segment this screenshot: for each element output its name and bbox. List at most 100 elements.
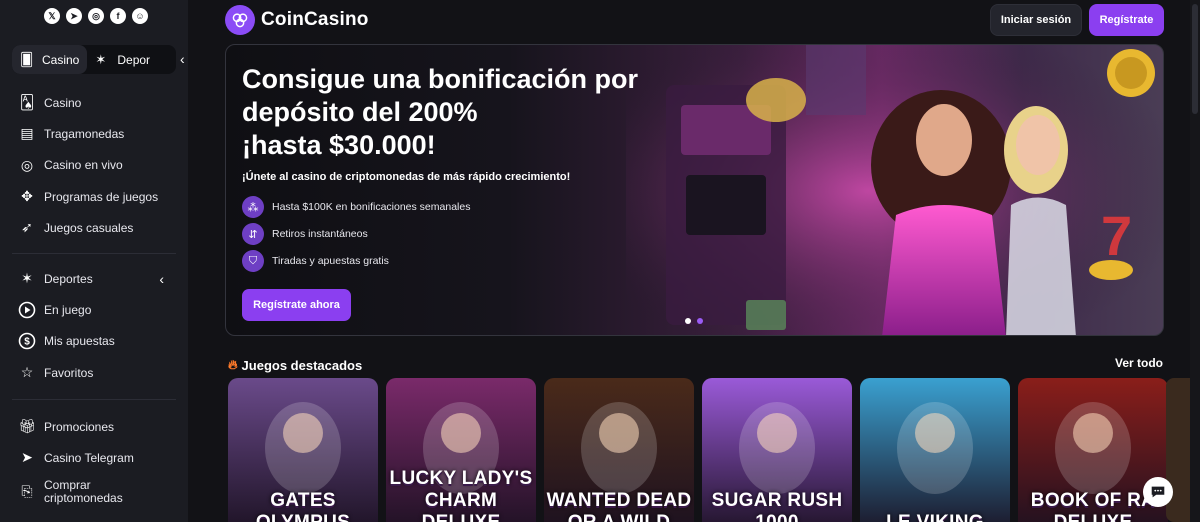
carousel-dot-active[interactable]: [697, 318, 703, 324]
game-thumbnail: [897, 402, 973, 494]
logo[interactable]: CoinCasino: [225, 5, 369, 35]
collapse-sidebar-icon[interactable]: ‹: [180, 50, 194, 68]
scrollbar-thumb[interactable]: [1192, 4, 1198, 114]
game-card[interactable]: GATES OLYMPUS: [228, 378, 378, 522]
facebook-icon[interactable]: f: [110, 8, 126, 24]
slot-machine-icon: ▤: [20, 125, 34, 142]
sidebar-item-live-casino[interactable]: ◎ Casino en vivo: [0, 150, 188, 181]
perk-item: ⁂ Hasta $100K en bonificaciones semanale…: [242, 196, 470, 218]
tab-sports-label: Depor: [117, 52, 151, 67]
sidebar-item-label: Mis apuestas: [44, 334, 115, 349]
sports-nav: ✶ Deportes ‹ En juego $ Mis apuestas ☆ F…: [0, 263, 188, 388]
social-links: 𝕏 ➤ ◎ f ☺: [0, 0, 188, 24]
game-card[interactable]: SUGAR RUSH 1000: [702, 378, 852, 522]
sidebar-item-label: Comprar criptomonedas: [44, 477, 123, 505]
sidebar-item-label: Programas de juegos: [44, 189, 159, 204]
dollar-icon: $: [18, 332, 36, 350]
banner-illustration: 7: [626, 45, 1163, 335]
banner-subline: ¡Únete al casino de criptomonedas de más…: [242, 171, 571, 183]
carousel-dot[interactable]: [685, 318, 691, 324]
x-icon[interactable]: 𝕏: [44, 8, 60, 24]
sidebar: 𝕏 ➤ ◎ f ☺ 🂠 Casino ✶ Depor ‹ 🂡 Casino ▤: [0, 0, 188, 522]
discord-icon[interactable]: ☺: [132, 8, 148, 24]
featured-games-title: Juegos destacados: [241, 357, 363, 373]
featured-games-row: GATES OLYMPUS LUCKY LADY'S CHARM DELUXE WA…: [228, 378, 1168, 522]
sidebar-item-my-bets[interactable]: $ Mis apuestas: [0, 326, 188, 357]
fire-icon: 🔥︎: [228, 357, 238, 372]
sidebar-item-buy-crypto[interactable]: ⎘ Comprar criptomonedas: [0, 474, 188, 510]
live-chip-icon: ◎: [20, 156, 34, 173]
promo-banner: 7 Consigue una bonificación por depósito…: [225, 44, 1164, 336]
game-title: LUCKY LADY'S CHARM DELUXE: [389, 468, 533, 522]
perk-label: Tiradas y apuestas gratis: [272, 255, 389, 267]
sidebar-item-label: Juegos casuales: [44, 220, 134, 235]
logo-text: CoinCasino: [261, 9, 369, 30]
perk-label: Retiros instantáneos: [272, 228, 368, 240]
register-now-button[interactable]: Regístrate ahora: [242, 289, 351, 321]
see-all-link[interactable]: Ver todo: [1115, 356, 1163, 370]
perk-item: ⛉ Tiradas y apuestas gratis: [242, 250, 389, 272]
perk-item: ⇵ Retiros instantáneos: [242, 223, 368, 245]
game-card[interactable]: LUCKY LADY'S CHARM DELUXE: [386, 378, 536, 522]
carousel-dots: [685, 318, 703, 324]
sidebar-item-label: Casino: [44, 95, 82, 110]
telegram-icon: ➤: [21, 449, 33, 466]
coincasino-logo-icon: [225, 5, 255, 35]
featured-games-heading: 🔥︎ Juegos destacados: [228, 357, 362, 373]
sports-icon: ✶: [95, 51, 107, 67]
sidebar-item-label: En juego: [44, 302, 92, 317]
game-title: GATES OLYMPUS: [256, 490, 350, 522]
sidebar-item-label: Promociones: [44, 419, 115, 434]
star-icon: ☆: [20, 364, 34, 381]
page-scrollbar[interactable]: [1190, 0, 1200, 522]
sidebar-item-label: Tragamonedas: [44, 126, 125, 141]
top-header: CoinCasino Iniciar sesión Regístrate: [188, 0, 1200, 40]
sidebar-item-slots[interactable]: ▤ Tragamonedas: [0, 118, 188, 149]
gift-icon: 🎁︎: [18, 418, 36, 435]
tab-casino[interactable]: 🂠 Casino: [12, 45, 88, 74]
register-button[interactable]: Regístrate: [1089, 4, 1164, 36]
sidebar-item-label: Favoritos: [44, 365, 94, 380]
chat-icon[interactable]: [1143, 477, 1173, 507]
sidebar-item-label: Deportes: [44, 271, 93, 286]
chevron-left-icon[interactable]: ‹: [159, 271, 164, 287]
game-show-icon: ✥: [21, 188, 33, 205]
bonus-icon: ⁂: [242, 196, 264, 218]
sidebar-item-promotions[interactable]: 🎁︎ Promociones: [0, 411, 188, 442]
casino-nav: 🂡 Casino ▤ Tragamonedas ◎ Casino en vivo…: [0, 87, 188, 243]
game-title: WANTED DEAD OR A WILD: [546, 490, 692, 522]
headline-mid: ¡hasta: [242, 130, 330, 160]
banner-headline: Consigue una bonificación por depósito d…: [242, 63, 672, 162]
sidebar-divider: [12, 399, 176, 400]
sidebar-item-sports[interactable]: ✶ Deportes ‹: [0, 263, 188, 294]
shield-icon: ⛉: [242, 250, 264, 272]
instagram-icon[interactable]: ◎: [88, 8, 104, 24]
telegram-icon[interactable]: ➤: [66, 8, 82, 24]
game-title: SUGAR RUSH 1000: [711, 490, 843, 522]
sidebar-item-label: Casino Telegram: [44, 450, 134, 465]
game-card[interactable]: LE VIKING: [860, 378, 1010, 522]
sidebar-item-favorites[interactable]: ☆ Favoritos: [0, 357, 188, 388]
sidebar-item-game-shows[interactable]: ✥ Programas de juegos: [0, 181, 188, 212]
tab-casino-label: Casino: [42, 52, 80, 67]
rocket-icon: ➶: [21, 219, 33, 236]
casino-sports-switcher: 🂠 Casino ✶ Depor: [12, 45, 176, 74]
game-title: LE VIKING: [860, 512, 1010, 522]
app-root: 𝕏 ➤ ◎ f ☺ 🂠 Casino ✶ Depor ‹ 🂡 Casino ▤: [0, 0, 1200, 522]
buy-crypto-icon: ⎘: [21, 483, 33, 500]
sidebar-item-telegram-casino[interactable]: ➤ Casino Telegram: [0, 442, 188, 473]
svg-text:7: 7: [1101, 204, 1132, 267]
sidebar-item-casino[interactable]: 🂡 Casino: [0, 87, 188, 118]
cards-icon: 🂡: [19, 94, 35, 111]
svg-text:$: $: [24, 337, 30, 348]
sidebar-item-in-play[interactable]: En juego: [0, 294, 188, 325]
tab-sports[interactable]: ✶ Depor: [87, 45, 158, 74]
headline-amount: $30.000!: [329, 130, 436, 160]
sidebar-item-casual-games[interactable]: ➶ Juegos casuales: [0, 212, 188, 243]
sidebar-item-label: Casino en vivo: [44, 158, 123, 173]
extra-nav: 🎁︎ Promociones ➤ Casino Telegram ⎘ Compr…: [0, 411, 188, 510]
game-card[interactable]: WANTED DEAD OR A WILD: [544, 378, 694, 522]
login-button[interactable]: Iniciar sesión: [990, 4, 1082, 36]
sidebar-divider: [12, 253, 176, 254]
play-icon: [18, 301, 36, 319]
